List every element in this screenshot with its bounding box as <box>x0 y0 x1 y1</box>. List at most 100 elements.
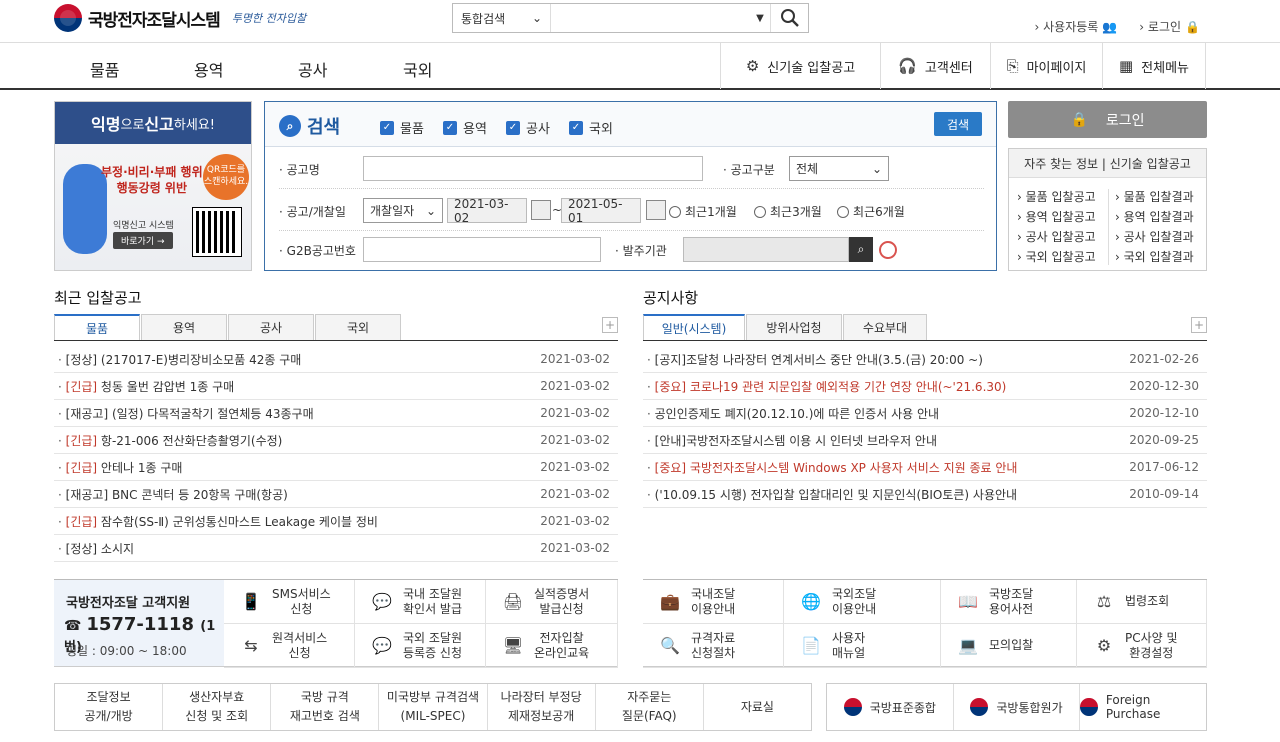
reset-icon[interactable] <box>879 241 897 259</box>
date-to-input[interactable]: 2021-05-01 <box>561 197 641 225</box>
nav-all-menu[interactable]: ▦ 전체메뉴 <box>1102 43 1206 89</box>
list-item[interactable]: [긴급] 항-21-006 전산화단층촬영기(수정) 2021-03-02 <box>54 427 618 454</box>
nav-item-services[interactable]: 용역 <box>194 57 223 81</box>
search-scope-select[interactable]: 통합검색 ⌄ <box>453 4 551 32</box>
site-foreign-purchase[interactable]: Foreign Purchase <box>1080 684 1206 730</box>
list-item[interactable]: [정상] (217017-E)병리장비소모품 42종 구매 2021-03-02 <box>54 346 618 373</box>
list-item[interactable]: [재공고] BNC 콘넥터 등 20항목 구매(항공) 2021-03-02 <box>54 481 618 508</box>
nav-item-construction[interactable]: 공사 <box>298 57 327 81</box>
nav-newtech-bid[interactable]: ⚙ 신기술 입찰공고 <box>720 43 880 89</box>
org-search-button[interactable]: ⌕ <box>849 237 873 262</box>
login-button[interactable]: 🔒 로그인 <box>1008 101 1207 138</box>
list-item-title: [정상] 소시지 <box>58 540 134 557</box>
tab-goods[interactable]: 물품 <box>54 314 140 340</box>
service-link[interactable]: 🖥 전자입찰 온라인교육 <box>486 624 618 668</box>
service-link[interactable]: 📱 SMS서비스 신청 <box>224 580 355 624</box>
service-link[interactable]: 💬 국외 조달원 등록증 신청 <box>355 624 486 668</box>
radio-6month[interactable]: 최근6개월 <box>837 203 905 220</box>
tab-foreign[interactable]: 국외 <box>315 314 401 340</box>
quick-link[interactable]: › 용역 입찰공고 <box>1017 207 1096 227</box>
bottom-link[interactable]: 국방 규격 재고번호 검색 <box>271 684 380 730</box>
more-plus-icon[interactable]: + <box>1191 317 1207 333</box>
radio-1month[interactable]: 최근1개월 <box>669 203 737 220</box>
service-link[interactable]: ⚖ 법령조회 <box>1077 580 1207 624</box>
banner-go-button[interactable]: 바로가기 → <box>113 232 173 249</box>
service-link[interactable]: 💼 국내조달 이용안내 <box>643 580 784 624</box>
list-item[interactable]: 공인인증제도 폐지(20.12.10.)에 따른 인증서 사용 안내 2020-1… <box>643 400 1207 427</box>
check-construction[interactable]: ✓ 공사 <box>506 118 550 137</box>
site-defense-cost[interactable]: 국방통합원가 <box>954 684 1081 730</box>
tab-services[interactable]: 용역 <box>141 314 227 340</box>
check-services[interactable]: ✓ 용역 <box>443 118 487 137</box>
bottom-link[interactable]: 생산자부효 신청 및 조회 <box>163 684 272 730</box>
more-plus-icon[interactable]: + <box>602 317 618 333</box>
date-from-input[interactable]: 2021-03-02 <box>447 197 527 225</box>
quick-link[interactable]: › 용역 입찰결과 <box>1115 207 1194 227</box>
list-item[interactable]: [정상] 소시지 2021-03-02 <box>54 535 618 562</box>
calendar-icon[interactable] <box>531 200 551 220</box>
dropdown-caret-icon[interactable]: ▼ <box>750 13 770 24</box>
share-icon: ⇆ <box>244 636 258 655</box>
quick-link[interactable]: › 물품 입찰공고 <box>1017 187 1096 207</box>
service-link[interactable]: 🔍 규격자료 신청절차 <box>643 624 784 668</box>
list-item[interactable]: [재공고] (일정) 다목적굴착기 절연체등 43종구매 2021-03-02 <box>54 400 618 427</box>
list-item[interactable]: [안내]국방전자조달시스템 이용 시 인터넷 브라우저 안내 2020-09-25 <box>643 427 1207 454</box>
org-input[interactable] <box>683 237 849 262</box>
quick-link[interactable]: › 국외 입찰공고 <box>1017 247 1096 267</box>
nav-item-goods[interactable]: 물품 <box>90 57 119 81</box>
service-link[interactable]: 📖 국방조달 용어사전 <box>941 580 1077 624</box>
register-link[interactable]: › 사용자등록 👥 <box>1035 18 1118 35</box>
tab-general[interactable]: 일반(시스템) <box>643 314 745 340</box>
nav-mypage[interactable]: ⎘ 마이페이지 <box>990 43 1102 89</box>
service-link[interactable]: 💻 모의입찰 <box>941 624 1077 668</box>
service-link[interactable]: 🌐 국외조달 이용안내 <box>784 580 941 624</box>
quick-links-header[interactable]: 자주 찾는 정보 | 신기술 입찰공고 <box>1009 149 1206 178</box>
tab-construction[interactable]: 공사 <box>228 314 314 340</box>
list-item[interactable]: [공지]조달청 나라장터 연계서비스 중단 안내(3.5.(금) 20:00 ~… <box>643 346 1207 373</box>
list-item[interactable]: [긴급] 청동 울번 감압변 1종 구매 2021-03-02 <box>54 373 618 400</box>
quick-link[interactable]: › 국외 입찰결과 <box>1115 247 1194 267</box>
list-item-title: [중요] 코로나19 관련 지문입찰 예외적용 기간 연장 안내(~'21.6.… <box>647 378 1007 395</box>
calendar-icon[interactable] <box>646 200 666 220</box>
bid-name-input[interactable] <box>363 156 703 181</box>
service-link[interactable]: 💬 국내 조달원 확인서 발급 <box>355 580 486 624</box>
bottom-link[interactable]: 자주묻는 질문(FAQ) <box>596 684 704 730</box>
bottom-link[interactable]: 조달정보 공개/개방 <box>55 684 164 730</box>
tab-units[interactable]: 수요부대 <box>843 314 927 340</box>
service-link[interactable]: ⚙ PC사양 및 환경설정 <box>1077 624 1207 668</box>
date-kind-value: 개찰일자 <box>370 204 415 218</box>
quick-link[interactable]: › 공사 입찰공고 <box>1017 227 1096 247</box>
newtech-icon: ⚙ <box>745 57 760 75</box>
list-item[interactable]: [중요] 코로나19 관련 지문입찰 예외적용 기간 연장 안내(~'21.6.… <box>643 373 1207 400</box>
tab-dapa[interactable]: 방위사업청 <box>746 314 842 340</box>
anonymous-report-banner[interactable]: 익명 으로 신고 하세요! 부정·비리·부패 행위 행동강령 위반 QR코드를 스캔하… <box>54 101 252 271</box>
login-link[interactable]: › 로그인 🔒 <box>1139 18 1200 35</box>
bottom-link[interactable]: 나라장터 부정당 제재정보공개 <box>488 684 596 730</box>
list-item[interactable]: [중요] 국방전자조달시스템 Windows XP 사용자 서비스 지원 종료 … <box>643 454 1207 481</box>
nav-customer-center[interactable]: 🎧 고객센터 <box>880 43 990 89</box>
radio-3month[interactable]: 최근3개월 <box>754 203 822 220</box>
bottom-link[interactable]: 미국방부 규격검색 (MIL-SPEC) <box>379 684 488 730</box>
panel-search-button[interactable]: 검색 <box>934 112 982 136</box>
service-label: 국방조달 용어사전 <box>989 586 1034 616</box>
quick-link[interactable]: › 물품 입찰결과 <box>1115 187 1194 207</box>
g2b-number-input[interactable] <box>363 237 601 262</box>
service-link[interactable]: 🖨 실적증명서 발급신청 <box>486 580 618 624</box>
service-link[interactable]: ⇆ 원격서비스 신청 <box>224 624 355 668</box>
check-goods[interactable]: ✓ 물품 <box>380 118 424 137</box>
check-foreign[interactable]: ✓ 국외 <box>569 118 613 137</box>
list-item[interactable]: ('10.09.15 시행) 전자입찰 입찰대리인 및 지문인식(BIO토큰) … <box>643 481 1207 508</box>
site-defense-standard[interactable]: 국방표준종합 <box>827 684 954 730</box>
register-label: 사용자등록 <box>1043 20 1099 34</box>
search-input[interactable] <box>551 4 750 32</box>
search-button[interactable] <box>770 4 808 32</box>
date-kind-select[interactable]: 개찰일자 ⌄ <box>363 198 443 223</box>
bottom-link[interactable]: 자료실 <box>704 684 811 730</box>
list-item[interactable]: [긴급] 잠수함(SS-Ⅱ) 군위성통신마스트 Leakage 케이블 정비 20… <box>54 508 618 535</box>
nav-item-foreign[interactable]: 국외 <box>403 57 432 81</box>
site-logo[interactable]: 국방전자조달시스템 투명한 전자입찰 <box>54 4 306 32</box>
quick-link[interactable]: › 공사 입찰결과 <box>1115 227 1194 247</box>
list-item[interactable]: [긴급] 안테나 1종 구매 2021-03-02 <box>54 454 618 481</box>
service-link[interactable]: 📄 사용자 매뉴얼 <box>784 624 941 668</box>
bid-type-select[interactable]: 전체 ⌄ <box>789 156 889 181</box>
